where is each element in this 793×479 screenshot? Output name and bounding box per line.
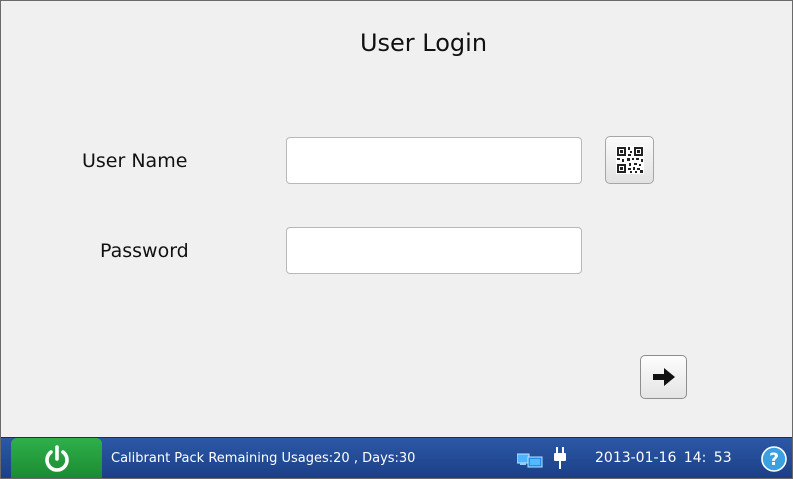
power-button[interactable] xyxy=(11,438,102,478)
qr-code-icon xyxy=(615,146,644,174)
user-name-label: User Name xyxy=(82,150,188,172)
status-bar: Calibrant Pack Remaining Usages:20 , Day… xyxy=(1,437,792,478)
login-screen: User Login User Name Password Calibrant … xyxy=(0,0,793,479)
power-icon xyxy=(44,444,69,472)
power-plug-icon xyxy=(554,447,566,469)
qr-scan-button[interactable] xyxy=(605,136,654,184)
datetime-text: 2013-01-16 14: 53 xyxy=(595,450,732,466)
password-label: Password xyxy=(100,240,189,262)
password-input[interactable] xyxy=(286,227,582,274)
page-title: User Login xyxy=(359,29,488,57)
svg-text:?: ? xyxy=(769,450,779,470)
login-next-button[interactable] xyxy=(640,355,687,399)
user-name-input[interactable] xyxy=(286,137,582,184)
network-icon xyxy=(517,453,543,468)
arrow-right-icon xyxy=(652,368,675,386)
help-icon[interactable]: ? xyxy=(761,446,787,472)
calibrant-status-text: Calibrant Pack Remaining Usages:20 , Day… xyxy=(111,451,416,466)
